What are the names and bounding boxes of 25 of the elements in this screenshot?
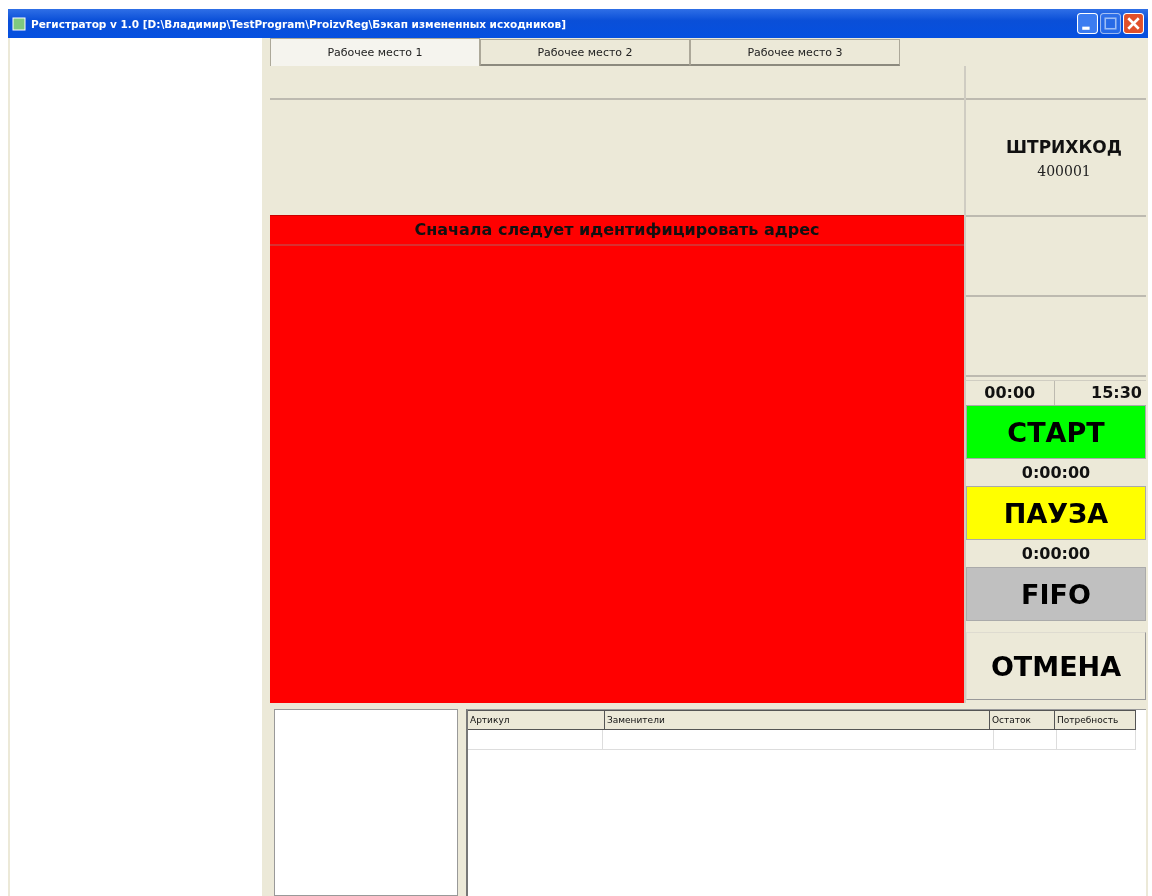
message-text: Сначала следует идентифицировать адрес [270, 216, 964, 246]
action-button[interactable]: ПАУЗА [966, 486, 1146, 540]
time-text: 15:30 [1090, 382, 1143, 404]
column-header[interactable]: Заменители [605, 710, 990, 730]
timer-text: 0:00:00 [1020, 462, 1092, 484]
minimize-icon[interactable] [1077, 13, 1098, 34]
column-header[interactable]: Остаток [990, 710, 1055, 730]
action-button[interactable]: FIFO [966, 567, 1146, 621]
barcode-label: ШТРИХКОД [1006, 136, 1122, 157]
list-box[interactable] [274, 709, 458, 896]
barcode-value: 400001 [1037, 162, 1091, 179]
timer-text: 0:00:00 [1020, 543, 1092, 565]
column-header[interactable]: Артикул [468, 710, 605, 730]
maximize-icon[interactable] [1100, 13, 1121, 34]
tab[interactable]: Рабочее место 1 [270, 38, 480, 66]
table-cell [994, 730, 1057, 750]
tab[interactable]: Рабочее место 3 [690, 39, 900, 66]
cancel-button[interactable]: ОТМЕНА [966, 632, 1146, 700]
action-button[interactable]: СТАРТ [966, 405, 1146, 459]
window-title: Регистратор v 1.0 [D:\Владимир\TestProgram\ProizvReg\Бэкап измененных исходников] [31, 17, 568, 30]
tab[interactable]: Рабочее место 2 [480, 39, 690, 66]
app-icon [12, 16, 26, 31]
column-header[interactable]: Потребность [1055, 710, 1136, 730]
close-icon[interactable] [1123, 13, 1144, 34]
data-grid[interactable]: Артикул Заменители Остаток Потребность [466, 709, 1146, 896]
